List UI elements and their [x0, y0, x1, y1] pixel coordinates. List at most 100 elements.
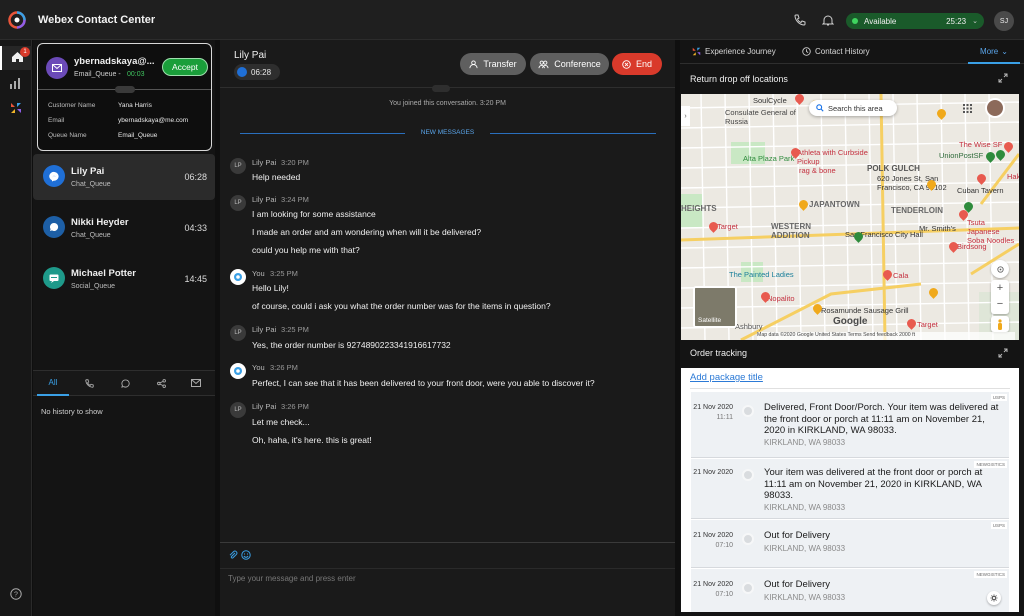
- map-attribution: Map data ©2020 Google United States Term…: [757, 332, 1015, 340]
- social-message-icon: [49, 274, 59, 283]
- journey-icon: [692, 47, 701, 56]
- email-avatar: [46, 57, 68, 79]
- contact-item[interactable]: Lily Pai Chat_Queue 06:28: [33, 154, 215, 200]
- chat-avatar: [43, 216, 65, 238]
- social-avatar: [43, 267, 65, 289]
- message-time: 3:26 PM: [270, 363, 298, 372]
- phone-filter-icon[interactable]: [85, 379, 94, 388]
- order-divider: [690, 388, 1010, 389]
- event-description: Out for Delivery: [764, 530, 830, 541]
- context-panel: Experience Journey Contact History More …: [680, 40, 1024, 616]
- message-text: Help needed: [252, 172, 301, 182]
- journey-app-icon[interactable]: [10, 102, 22, 114]
- end-icon: [622, 59, 631, 69]
- detail-value-queue: Email_Queue: [118, 132, 158, 139]
- event-location: KIRKLAND, WA 98033: [764, 593, 846, 602]
- transfer-icon: [469, 59, 478, 68]
- tab-all[interactable]: All: [37, 371, 69, 396]
- map-label: POLK GULCH: [867, 164, 920, 173]
- lp-avatar: LP: [230, 402, 246, 418]
- chat-filter-icon[interactable]: [121, 379, 130, 388]
- chevron-down-icon: ⌄: [972, 18, 978, 25]
- locate-icon: [996, 265, 1004, 273]
- map-label: Target: [717, 222, 738, 231]
- map-label: The Wise SF: [959, 140, 1003, 149]
- message-text: Yes, the order number is 927489022334191…: [252, 340, 451, 350]
- conference-label: Conference: [554, 59, 601, 69]
- help-icon[interactable]: ?: [10, 588, 22, 600]
- attachment-icon[interactable]: [228, 550, 238, 560]
- message-text: Oh, haha, it's here. this is great!: [252, 435, 372, 445]
- message-text: Hello Lily!: [252, 283, 289, 293]
- home-nav[interactable]: 1: [0, 46, 32, 70]
- user-avatar[interactable]: SJ: [994, 11, 1014, 31]
- zoom-in-icon[interactable]: +: [991, 280, 1009, 297]
- chat-header: Lily Pai 06:28 Transfer Conference End: [220, 40, 675, 88]
- analytics-icon[interactable]: [10, 78, 22, 89]
- incoming-task-card: ybernadskaya@... Email_Queue - 00:03 Acc…: [37, 43, 212, 151]
- contact-name: Lily Pai: [71, 166, 105, 177]
- pegman-button[interactable]: [991, 316, 1009, 332]
- map-label: Cala: [893, 271, 909, 280]
- map-widget-title: Return drop off locations: [690, 74, 788, 84]
- collapse-handle[interactable]: [115, 86, 135, 93]
- detail-label-queue: Queue Name: [48, 132, 87, 139]
- message-time: 3:24 PM: [281, 195, 309, 204]
- expand-map-icon[interactable]: [998, 73, 1008, 83]
- add-package-title-link[interactable]: Add package title: [690, 372, 763, 383]
- carrier-badge: USPS: [990, 394, 1007, 401]
- map-user-avatar[interactable]: [985, 98, 1005, 118]
- zoom-controls: + −: [991, 280, 1009, 314]
- share-filter-icon[interactable]: [157, 379, 166, 388]
- map-label: Rosamunde Sausage Grill: [821, 306, 909, 315]
- satellite-toggle[interactable]: Satellite: [693, 286, 737, 328]
- contact-timer: 06:28: [184, 172, 207, 182]
- phone-icon[interactable]: [794, 14, 806, 26]
- tracking-event: NEWGISTICS 21 Nov 2020 Your item was del…: [691, 459, 1009, 519]
- detail-label-email: Email: [48, 117, 65, 124]
- conference-icon: [538, 60, 549, 68]
- map-search-button[interactable]: Search this area: [809, 100, 897, 116]
- emoji-icon[interactable]: [241, 550, 251, 560]
- status-dropdown[interactable]: Available 25:23 ⌄: [846, 13, 984, 29]
- satellite-label: Satellite: [698, 317, 722, 324]
- chat-avatar: [43, 165, 65, 187]
- message-text: Let me check...: [252, 417, 310, 427]
- email-filter-icon[interactable]: [191, 379, 201, 387]
- history-tabs: All: [33, 370, 215, 396]
- top-bar: Webex Contact Center Available 25:23 ⌄ S…: [0, 0, 1024, 40]
- tab-experience-journey[interactable]: Experience Journey: [692, 47, 776, 56]
- grid-apps-icon[interactable]: [963, 104, 972, 113]
- end-button[interactable]: End: [612, 53, 662, 75]
- transfer-button[interactable]: Transfer: [460, 53, 526, 75]
- order-tracking-card: Add package title USPS 21 Nov 2020 11:11…: [681, 368, 1019, 612]
- zoom-out-icon[interactable]: −: [991, 297, 1009, 314]
- contact-timer: 04:33: [184, 223, 207, 233]
- timeline-dot: [742, 469, 754, 481]
- contact-item[interactable]: Nikki Heyder Chat_Queue 04:33: [33, 205, 215, 251]
- expand-order-icon[interactable]: [998, 348, 1008, 358]
- bell-icon[interactable]: [822, 14, 834, 27]
- contact-item[interactable]: Michael Potter Social_Queue 14:45: [33, 256, 215, 302]
- map-side-toggle[interactable]: ›: [681, 106, 690, 126]
- tab-contact-history[interactable]: Contact History: [802, 47, 870, 56]
- locate-button[interactable]: [991, 260, 1009, 278]
- detail-value-customer: Yana Harris: [118, 102, 152, 109]
- message-input[interactable]: Type your message and press enter: [228, 574, 663, 592]
- event-date: 21 Nov 2020: [693, 469, 733, 476]
- settings-button[interactable]: [987, 591, 1001, 605]
- order-widget-title: Order tracking: [690, 348, 748, 358]
- map-view[interactable]: SoulCycle Consulate General of Russia Al…: [681, 94, 1019, 340]
- joined-notice: You joined this conversation. 3:20 PM: [389, 100, 506, 107]
- accept-button[interactable]: Accept: [162, 58, 208, 76]
- clock-icon: [802, 47, 811, 56]
- tab-more[interactable]: More ⌄: [968, 40, 1020, 64]
- conference-button[interactable]: Conference: [530, 53, 609, 75]
- event-description: Your item was delivered at the front doo…: [764, 467, 983, 501]
- map-label: Mr. Smith's: [919, 224, 956, 233]
- scroll-collapse-handle[interactable]: [432, 85, 450, 92]
- event-description: Delivered, Front Door/Porch. Your item w…: [764, 402, 999, 436]
- messenger-icon: [48, 171, 59, 181]
- map-label: SoulCycle: [753, 96, 787, 105]
- event-location: KIRKLAND, WA 98033: [764, 544, 846, 553]
